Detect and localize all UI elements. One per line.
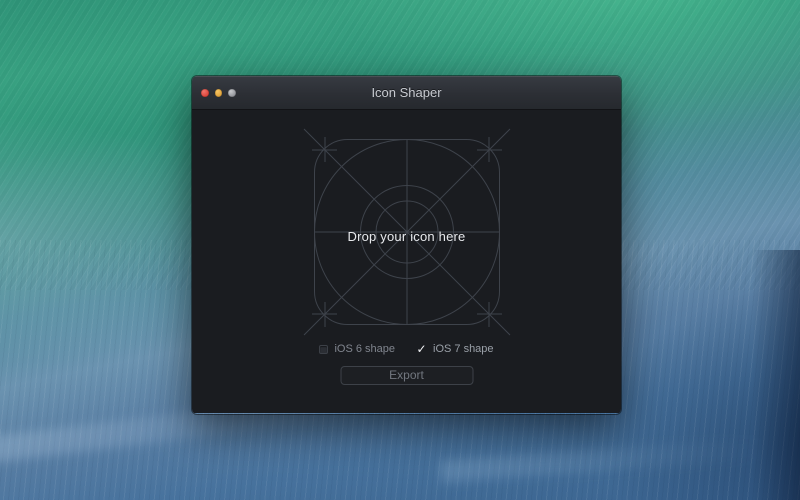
wave-dark-edge — [752, 250, 800, 500]
titlebar[interactable]: Icon Shaper — [192, 76, 621, 110]
minimize-button[interactable] — [215, 89, 223, 97]
window-title: Icon Shaper — [192, 76, 621, 110]
checkbox-unchecked-icon[interactable] — [319, 345, 328, 354]
zoom-button[interactable] — [228, 89, 236, 97]
window-content: Drop your icon here ✓ iOS 6 shape ✓ iOS … — [192, 110, 621, 413]
traffic-lights — [201, 76, 236, 110]
export-button[interactable]: Export — [340, 366, 473, 385]
close-button[interactable] — [201, 89, 209, 97]
drop-hint-label: Drop your icon here — [192, 229, 621, 244]
checkmark-icon: ✓ — [416, 345, 427, 354]
app-window: Icon Shaper Drop your icon here ✓ iOS 6 … — [192, 76, 621, 414]
option-ios6-shape[interactable]: ✓ iOS 6 shape — [319, 343, 395, 355]
option-label[interactable]: iOS 6 shape — [334, 343, 395, 355]
option-ios7-shape[interactable]: ✓ iOS 7 shape — [416, 343, 494, 355]
option-label[interactable]: iOS 7 shape — [433, 343, 494, 355]
shape-options: ✓ iOS 6 shape ✓ iOS 7 shape — [192, 342, 621, 356]
